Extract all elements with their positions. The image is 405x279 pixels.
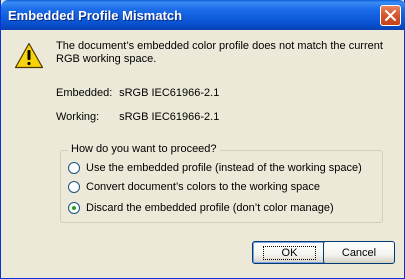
working-label: Working: bbox=[56, 111, 100, 123]
dialog-body: The document’s embedded color profile do… bbox=[1, 30, 405, 279]
cancel-button-label: Cancel bbox=[341, 246, 377, 259]
close-button[interactable] bbox=[380, 5, 401, 26]
embedded-profile-row: Embedded: sRGB IEC61966-2.1 bbox=[56, 87, 219, 99]
option-discard-profile[interactable]: Discard the embedded profile (don’t colo… bbox=[68, 201, 334, 215]
window-title: Embedded Profile Mismatch bbox=[8, 8, 183, 23]
radio-discard-profile[interactable] bbox=[68, 202, 80, 214]
working-profile-row: Working: sRGB IEC61966-2.1 bbox=[56, 111, 219, 123]
ok-button-label: OK bbox=[262, 245, 317, 260]
option-convert-colors[interactable]: Convert document’s colors to the working… bbox=[68, 180, 320, 194]
ok-button[interactable]: OK bbox=[252, 241, 327, 264]
option-convert-colors-label: Convert document’s colors to the working… bbox=[86, 181, 320, 193]
cancel-button[interactable]: Cancel bbox=[323, 241, 395, 264]
embedded-value: sRGB IEC61966-2.1 bbox=[119, 87, 220, 99]
radio-use-embedded[interactable] bbox=[68, 162, 80, 174]
title-bar[interactable]: Embedded Profile Mismatch bbox=[1, 0, 405, 30]
mismatch-message: The document’s embedded color profile do… bbox=[56, 40, 383, 65]
proceed-options-legend: How do you want to proceed? bbox=[68, 143, 220, 155]
option-use-embedded[interactable]: Use the embedded profile (instead of the… bbox=[68, 161, 362, 175]
dialog-window: Embedded Profile Mismatch The document’s… bbox=[0, 0, 405, 279]
radio-convert-colors[interactable] bbox=[68, 181, 80, 193]
option-discard-profile-label: Discard the embedded profile (don’t colo… bbox=[86, 202, 334, 214]
working-value: sRGB IEC61966-2.1 bbox=[119, 111, 220, 123]
warning-icon bbox=[14, 42, 44, 69]
embedded-label: Embedded: bbox=[56, 87, 113, 99]
option-use-embedded-label: Use the embedded profile (instead of the… bbox=[86, 162, 362, 174]
close-icon bbox=[385, 10, 396, 21]
